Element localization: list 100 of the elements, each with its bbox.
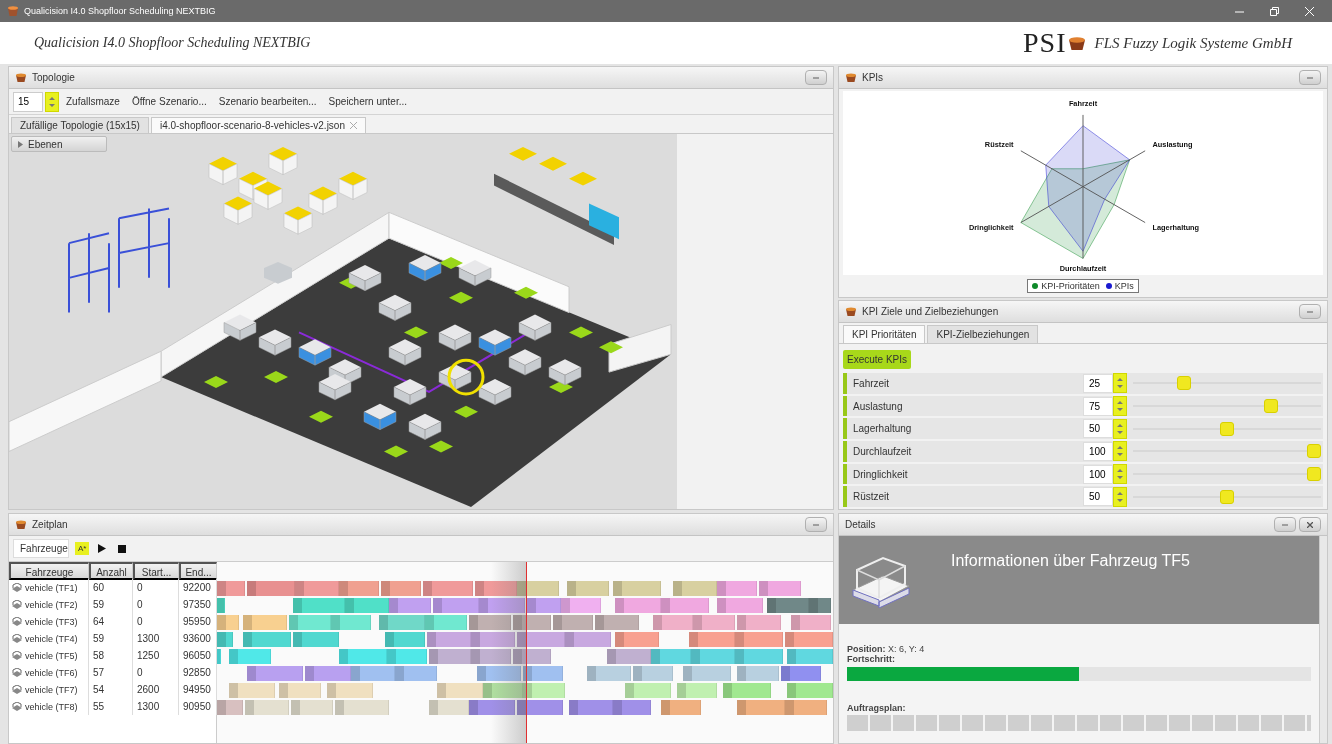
spinner-button[interactable] [45,91,59,112]
axis-label: Rüstzeit [984,140,1014,150]
up-down-arrows-icon [1116,467,1124,481]
plan-slot [1100,715,1121,731]
column-header[interactable]: End... [179,562,217,580]
vehicle-name: vehicle (TF5) [25,650,78,661]
kpi-value-field[interactable]: 25 [1083,373,1113,393]
collapse-icon [812,521,820,528]
schedule-block [717,581,757,596]
up-down-arrows-icon [1116,376,1124,391]
spinner-button[interactable] [1113,418,1127,439]
schedule-block [737,700,785,715]
tab[interactable]: i4.0-shopfloor-scenario-8-vehicles-v2.json [150,117,366,133]
tab[interactable]: Zufällige Topologie (15x15) [11,117,149,133]
slider-thumb[interactable] [1176,376,1191,391]
schedule-block [661,700,701,715]
toolbar-button[interactable]: Speichern unter... [323,93,412,110]
table-cell: 1300 [133,698,179,715]
collapse-button[interactable] [1299,304,1321,319]
tab[interactable]: KPI Prioritäten [843,325,926,343]
size-field[interactable]: 15 [13,91,43,112]
column-header[interactable]: Fahrzeuge [9,562,89,580]
schedule-block [293,632,339,647]
kpi-slider[interactable] [1133,444,1321,459]
schedule-block [339,649,387,664]
axis-label: Fahrzeit [1068,98,1098,108]
kpi-value-field[interactable]: 100 [1083,464,1113,484]
schedule-block [523,666,563,681]
table-cell: 0 [133,596,179,613]
schedule-block [279,683,321,698]
spinner-button[interactable] [1113,464,1127,484]
schedule-block [517,700,563,715]
schedule-block [567,581,609,596]
layers-button[interactable]: Ebenen [11,136,107,152]
schedule-block [569,700,613,715]
kpi-slider[interactable] [1133,421,1321,436]
column-header[interactable]: Start... [133,562,179,580]
spinner-button[interactable] [1113,396,1127,416]
schedule-block [737,615,781,630]
plan-slot [1077,715,1098,731]
spinner-button[interactable] [1113,373,1127,394]
schedule-block [661,598,709,613]
collapse-icon [1306,74,1314,81]
slider-thumb[interactable] [1307,444,1321,459]
toolbar-button[interactable]: Zufallsmaze [61,93,125,110]
legend-label: KPIs [1114,281,1134,291]
vertical-scrollbar[interactable] [1319,536,1327,743]
kpi-label: Rüstzeit [852,491,891,503]
vehicle-name: vehicle (TF1) [25,582,78,593]
up-down-arrows-icon [1116,421,1124,436]
schedule-block [633,666,673,681]
schedule-block [651,649,691,664]
close-button[interactable] [1299,517,1321,532]
panel-title: Topologie [32,72,76,83]
kpi-value-field[interactable]: 100 [1083,441,1113,461]
kpi-label: Fahrzeit [852,377,891,389]
schedule-block [723,683,771,698]
schedule-block [331,615,371,630]
kpi-label: Lagerhaltung [852,423,913,435]
collapse-button[interactable] [805,517,827,532]
collapse-button[interactable] [1299,70,1321,85]
toolbar-button[interactable]: Öffne Szenario... [126,93,212,110]
kpi-value-field[interactable]: 50 [1083,487,1113,507]
spinner-button[interactable] [1113,441,1127,462]
kpi-slider[interactable] [1133,376,1321,391]
schedule-block [245,700,289,715]
execute-kpis-button[interactable]: Execute KPIs [843,350,912,369]
app-icon [8,6,18,16]
slider-thumb[interactable] [1220,489,1234,504]
tab[interactable]: KPI-Zielbeziehungen [927,325,1039,343]
schedule-block [295,581,339,596]
spinner-button[interactable] [1113,486,1127,507]
slider-thumb[interactable] [1307,467,1321,481]
schedule-block [387,649,427,664]
schedule-block [625,683,671,698]
schedule-block [289,615,331,630]
slider-thumb[interactable] [1220,421,1234,436]
schedule-block [479,598,525,613]
plan-slot [893,715,914,731]
slider-thumb[interactable] [1263,399,1278,413]
column-header[interactable]: Anzahl [89,562,133,580]
kpi-slider[interactable] [1133,489,1321,504]
schedule-block [471,632,515,647]
toolbar-button[interactable]: Szenario bearbeiten... [213,93,322,110]
kpi-slider[interactable] [1133,399,1321,413]
schedule-block [327,683,373,698]
schedule-block [691,649,735,664]
kpi-value-field[interactable]: 50 [1083,419,1113,439]
collapse-button[interactable] [805,70,827,85]
schedule-block [517,581,559,596]
vehicle-filter-field[interactable]: Fahrzeuge [13,539,69,558]
close-icon[interactable] [350,122,357,129]
legend-label: KPI-Prioritäten [1041,281,1100,291]
plan-slot [1192,715,1213,731]
algorithm-button[interactable]: A* [75,542,90,555]
kpi-value-field[interactable]: 75 [1083,396,1113,416]
plan-slot [939,715,960,731]
schedule-block [613,700,651,715]
kpi-slider[interactable] [1133,467,1321,481]
schedule-block [523,683,565,698]
